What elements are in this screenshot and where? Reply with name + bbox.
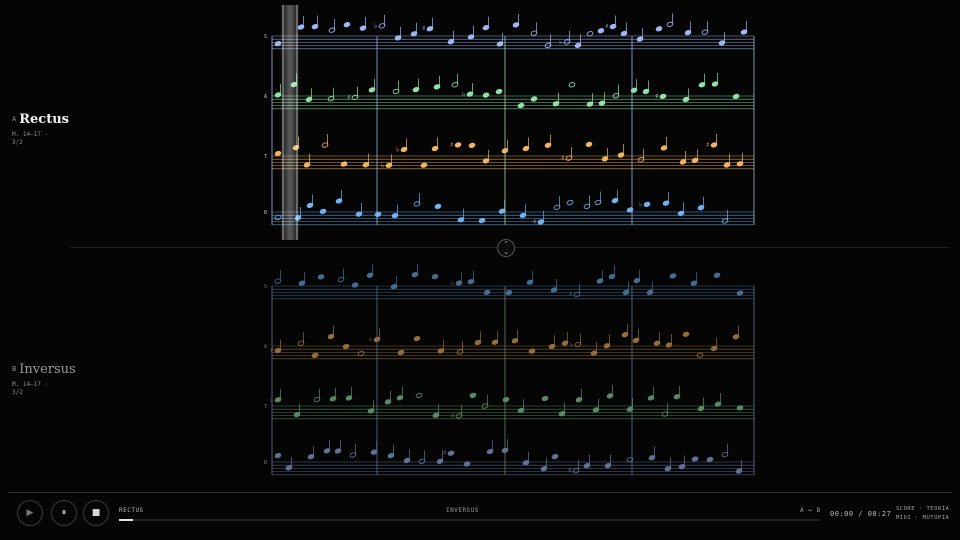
staff-alto: A ♯ ♭ ♯ bbox=[264, 73, 754, 110]
svg-text:♭: ♭ bbox=[559, 38, 562, 46]
stop-button[interactable]: ■ bbox=[83, 500, 109, 526]
svg-text:♭: ♭ bbox=[374, 22, 377, 30]
progress-fill bbox=[119, 519, 134, 521]
notes-soprano: ♯♯ bbox=[274, 439, 743, 475]
staff-letter: T bbox=[264, 404, 267, 410]
chevron-down-icon: ⌄ bbox=[503, 248, 509, 256]
svg-text:♯: ♯ bbox=[533, 218, 536, 226]
staff-soprano: B♯♯ bbox=[264, 439, 754, 476]
timeline-label-swap: A ↔ B bbox=[800, 507, 821, 514]
play-button[interactable]: ▶ bbox=[17, 500, 43, 526]
svg-text:♭: ♭ bbox=[369, 336, 372, 344]
svg-text:♭: ♭ bbox=[451, 279, 454, 287]
svg-text:♯: ♯ bbox=[569, 291, 572, 299]
inversus-score: S♭♯A♯♭♭T♭♯B♯♯ bbox=[264, 263, 755, 476]
pause-icon: ⏸ bbox=[61, 508, 67, 518]
score-view: S♭♯♭♯A♯♭♯T♭♭♯♯♯B♯♭ S♭♯A♯♭♭T♭♯B♯♯ bbox=[264, 5, 755, 476]
notes-alto: ♯ ♭ ♯ bbox=[274, 73, 740, 109]
staff-letter: S bbox=[264, 34, 267, 40]
timeline-label-rectus: RECTUS bbox=[119, 507, 144, 514]
staff-tenor: A♯♭♭ bbox=[264, 323, 754, 360]
play-icon: ▶ bbox=[26, 508, 34, 518]
staff-alto: T♭♯ bbox=[264, 384, 754, 420]
barlines bbox=[271, 286, 755, 475]
svg-text:♯: ♯ bbox=[451, 412, 454, 420]
svg-text:♭: ♭ bbox=[570, 340, 573, 348]
notes-alto: ♭♯ bbox=[270, 384, 744, 420]
notes-bass: ♯♭ bbox=[274, 189, 729, 226]
staff-letter: B bbox=[264, 460, 267, 466]
staff-letter: B bbox=[264, 210, 267, 216]
staff-soprano: S ♭ ♯ ♭ ♯ bbox=[264, 13, 754, 50]
svg-text:♯: ♯ bbox=[568, 467, 571, 475]
staff-letter: T bbox=[264, 154, 267, 160]
staff-letter: A bbox=[264, 94, 267, 100]
svg-text:♯: ♯ bbox=[561, 154, 564, 162]
svg-text:♯: ♯ bbox=[443, 449, 446, 457]
chevron-up-icon: ⌃ bbox=[503, 240, 509, 248]
staff-bass: B♯♭ bbox=[264, 189, 754, 226]
notes-soprano: ♭ ♯ ♭ ♯ bbox=[274, 13, 748, 49]
svg-text:♯: ♯ bbox=[422, 25, 425, 33]
svg-text:♯: ♯ bbox=[706, 141, 709, 149]
transport-separator bbox=[8, 492, 952, 493]
notes-tenor: ♭ ♭ ♯ ♯ ♯ bbox=[274, 133, 744, 169]
svg-text:♯: ♯ bbox=[605, 23, 608, 31]
pause-button[interactable]: ⏸ bbox=[51, 500, 77, 526]
progress-track[interactable] bbox=[119, 519, 820, 521]
svg-text:♭: ♭ bbox=[381, 161, 384, 169]
staff-bass: S♭♯ bbox=[264, 263, 754, 300]
staff-tenor: T ♭ ♭ ♯ ♯ ♯ bbox=[264, 133, 754, 169]
staff-letter: A bbox=[264, 344, 267, 350]
swap-panels-button[interactable]: ⌃ ⌄ bbox=[497, 239, 515, 257]
svg-text:♭: ♭ bbox=[639, 200, 642, 208]
svg-text:♭: ♭ bbox=[462, 90, 465, 98]
timeline-label-inversus: INVERSUS bbox=[446, 507, 479, 514]
rectus-score: S♭ ♯♭♯A ♯ ♭ ♯T♭♭♯♯♯B♯♭ bbox=[264, 13, 755, 226]
credit-score: SCORE · TEORÍA bbox=[896, 506, 950, 512]
playhead[interactable] bbox=[281, 5, 299, 240]
staff-letter: S bbox=[264, 284, 267, 290]
credit-midi: MIDI · MUTOPIA bbox=[896, 515, 950, 521]
stop-icon: ■ bbox=[91, 508, 101, 518]
svg-text:♭: ♭ bbox=[396, 145, 399, 153]
svg-text:♯: ♯ bbox=[347, 93, 350, 101]
time-readout: 00:00 / 00:27 bbox=[830, 510, 892, 518]
notes-bass: ♭♯ bbox=[274, 263, 744, 299]
svg-text:♯: ♯ bbox=[450, 141, 453, 149]
svg-text:♯: ♯ bbox=[655, 92, 658, 100]
barlines bbox=[271, 36, 755, 225]
